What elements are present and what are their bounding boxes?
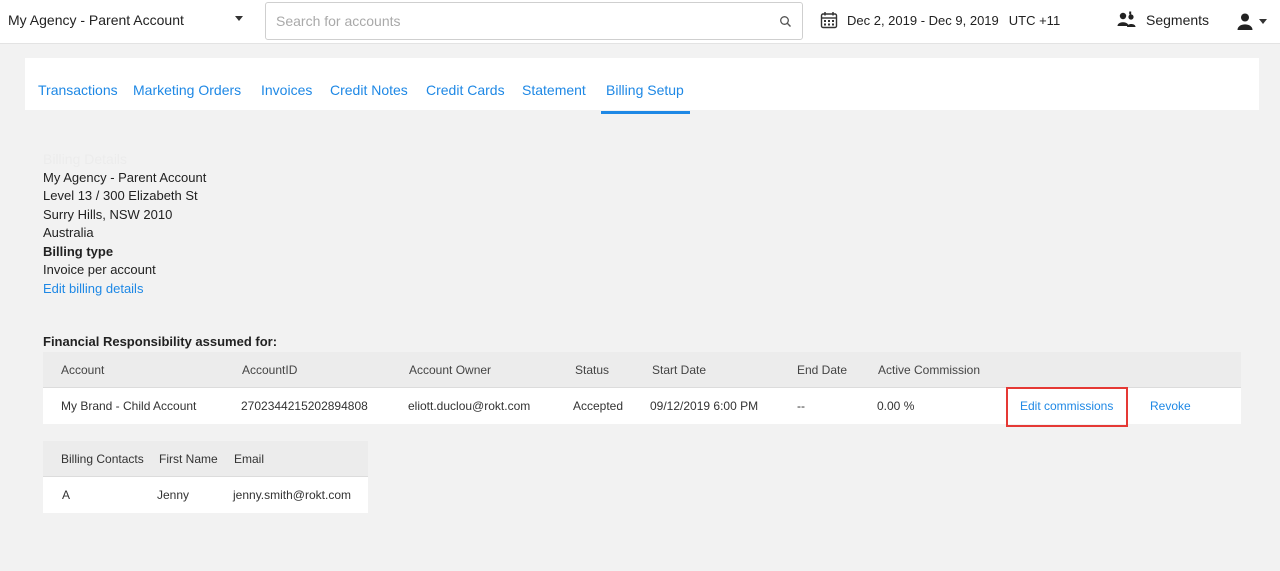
tab-credit-notes[interactable]: Credit Notes xyxy=(330,82,408,98)
segments-icon xyxy=(1117,11,1136,27)
user-icon xyxy=(1237,13,1253,30)
table-row: A Jenny jenny.smith@rokt.com xyxy=(43,477,368,513)
account-cell: My Brand - Child Account xyxy=(61,399,197,413)
email-cell: jenny.smith@rokt.com xyxy=(233,488,351,502)
edit-billing-details-link[interactable]: Edit billing details xyxy=(43,281,143,296)
address-line: My Agency - Parent Account xyxy=(43,169,207,185)
table-row: My Brand - Child Account 270234421520289… xyxy=(43,387,1241,427)
contact-cell: A xyxy=(62,488,71,502)
billing-details-heading: Billing Details xyxy=(43,151,128,167)
tab-marketing-orders[interactable]: Marketing Orders xyxy=(133,82,241,98)
financial-responsibility-title: Financial Responsibility assumed for: xyxy=(43,334,278,349)
billing-contacts-table: Billing Contacts First Name Email A Jenn… xyxy=(43,441,368,513)
date-range-picker[interactable]: Dec 2, 2019 - Dec 9, 2019 UTC +11 xyxy=(820,0,1060,40)
column-header: Active Commission xyxy=(878,363,981,377)
column-header: Status xyxy=(575,363,610,377)
tab-credit-cards[interactable]: Credit Cards xyxy=(426,82,505,98)
account-selector[interactable]: My Agency - Parent Account xyxy=(8,0,258,40)
column-header: Email xyxy=(234,452,265,466)
commission-cell: 0.00 % xyxy=(877,399,915,413)
account-name: My Agency - Parent Account xyxy=(8,12,184,28)
calendar-icon xyxy=(820,12,838,29)
top-bar: My Agency - Parent Account Dec 2, 2019 -… xyxy=(0,0,1280,44)
billing-tabs: Transactions Marketing Orders Invoices C… xyxy=(25,58,1259,114)
column-header: First Name xyxy=(159,452,218,466)
owner-cell: eliott.duclou@rokt.com xyxy=(408,399,531,413)
highlight-box xyxy=(1006,387,1128,427)
search-input[interactable] xyxy=(266,3,802,39)
table-header: Account AccountID Account Owner Status S… xyxy=(43,352,1241,388)
billing-details: Billing Details My Agency - Parent Accou… xyxy=(43,150,206,298)
column-header: Billing Contacts xyxy=(61,452,144,466)
account-id-cell: 2702344215202894808 xyxy=(241,399,368,413)
first-name-cell: Jenny xyxy=(157,488,190,502)
tab-billing-setup[interactable]: Billing Setup xyxy=(601,82,690,114)
revoke-link[interactable]: Revoke xyxy=(1150,399,1191,413)
chevron-down-icon xyxy=(1259,18,1267,24)
column-header: Account Owner xyxy=(409,363,492,377)
tab-statement[interactable]: Statement xyxy=(522,82,586,98)
address-line: Level 13 / 300 Elizabeth St xyxy=(43,188,198,203)
address-line: Surry Hills, NSW 2010 xyxy=(43,206,173,222)
chevron-down-icon xyxy=(235,16,243,21)
column-header: Start Date xyxy=(652,363,707,377)
column-header: End Date xyxy=(797,363,848,377)
address-line: Australia xyxy=(43,225,94,240)
search-icon[interactable] xyxy=(779,15,792,28)
status-cell: Accepted xyxy=(573,399,624,413)
segments-label: Segments xyxy=(1146,12,1210,28)
table-header: Billing Contacts First Name Email xyxy=(43,441,368,477)
financial-responsibility-table: Account AccountID Account Owner Status S… xyxy=(43,352,1241,427)
column-header: AccountID xyxy=(242,363,298,377)
user-menu[interactable] xyxy=(1236,10,1267,32)
start-date-cell: 09/12/2019 6:00 PM xyxy=(650,399,759,413)
search-box xyxy=(265,2,803,40)
segments-button[interactable]: Segments xyxy=(1117,0,1209,40)
timezone-label: UTC +11 xyxy=(1008,12,1061,28)
column-header: Account xyxy=(61,363,105,377)
billing-type-value: Invoice per account xyxy=(43,262,156,277)
billing-type-label: Billing type xyxy=(43,243,114,259)
end-date-cell: -- xyxy=(797,399,805,413)
tab-transactions[interactable]: Transactions xyxy=(38,82,118,98)
tab-invoices[interactable]: Invoices xyxy=(261,82,312,98)
date-range-label: Dec 2, 2019 - Dec 9, 2019 xyxy=(847,12,999,28)
